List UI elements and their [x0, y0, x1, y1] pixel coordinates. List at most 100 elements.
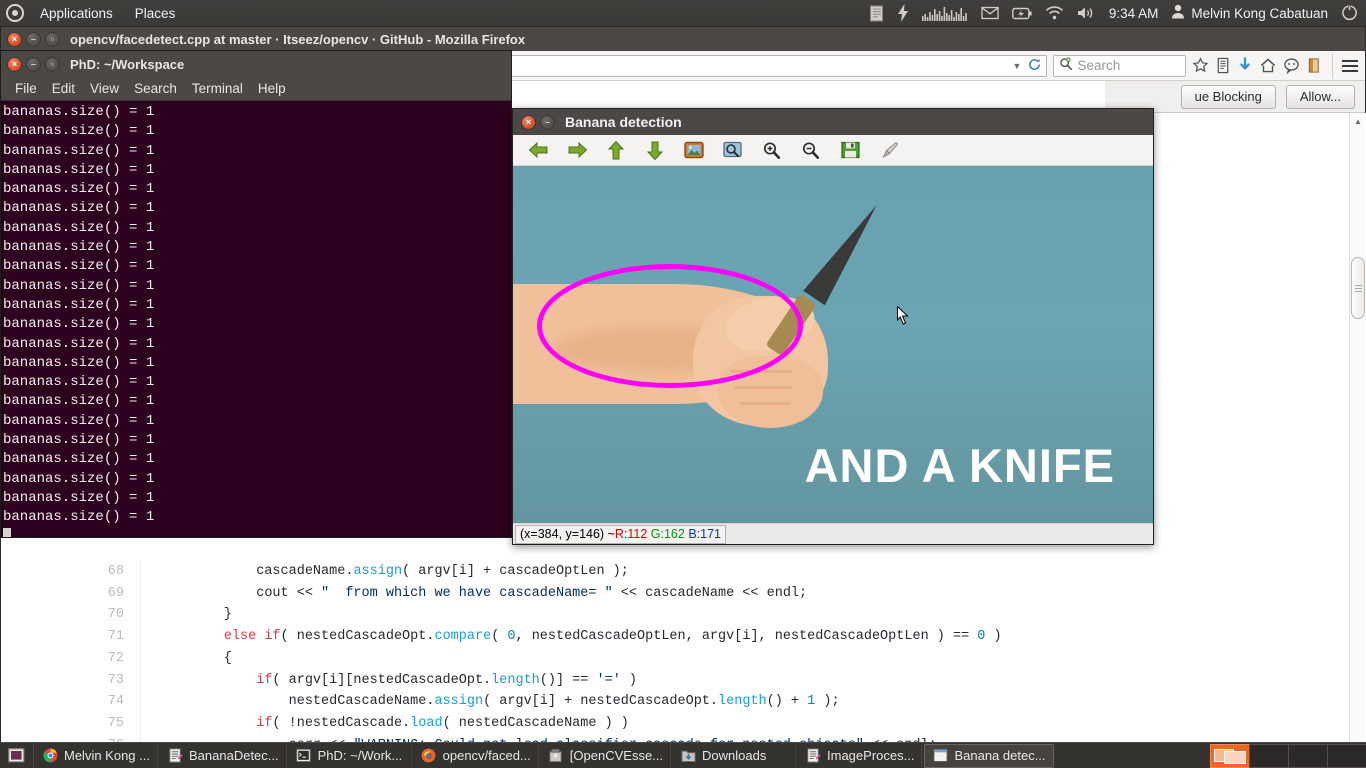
maximize-button[interactable]: ▫ — [45, 56, 60, 72]
taskbar-item-label: Melvin Kong ... — [64, 748, 150, 763]
code-line: 68 cascadeName.assign( argv[i] + cascade… — [1, 561, 1331, 583]
banana-detection-window[interactable]: × – Banana detection AND A KNIFE (x=384,… — [512, 108, 1154, 545]
zoom-fit-icon[interactable] — [722, 139, 744, 161]
home-icon[interactable] — [1259, 53, 1277, 79]
library-icon[interactable] — [1306, 53, 1322, 79]
allow-button[interactable]: Allow... — [1285, 84, 1355, 109]
taskbar-item[interactable]: ImageProces... — [798, 743, 923, 768]
workspace-1[interactable] — [1210, 743, 1250, 768]
viewer-window-controls[interactable]: × – — [521, 114, 555, 130]
save-icon[interactable] — [839, 139, 861, 161]
taskbar-item[interactable]: [OpenCVEsse... — [541, 743, 672, 768]
minimize-button[interactable]: – — [26, 31, 41, 47]
taskbar-item[interactable]: Banana detec... — [924, 743, 1054, 768]
taskbar-item[interactable]: PhD: ~/Work... — [289, 743, 412, 768]
terminal-output-line: bananas.size() = 1 — [3, 200, 155, 217]
reload-icon[interactable] — [1027, 57, 1042, 75]
scroll-up-arrow-icon[interactable]: ▲ — [1350, 113, 1366, 129]
firefox-window-controls[interactable]: × – ▫ — [7, 31, 60, 47]
workspace-switcher[interactable] — [1210, 743, 1366, 768]
close-button[interactable]: × — [7, 56, 22, 72]
show-desktop-icon[interactable] — [0, 742, 34, 768]
chat-icon[interactable] — [1283, 53, 1300, 79]
ubuntu-logo-icon[interactable] — [6, 4, 24, 22]
menu-search[interactable]: Search — [128, 79, 183, 98]
chevron-down-icon[interactable]: ▼ — [1013, 61, 1022, 71]
document-icon[interactable] — [869, 5, 884, 22]
power-bolt-icon[interactable] — [897, 4, 909, 22]
terminal-output-line: bananas.size() = 1 — [3, 123, 155, 140]
brush-icon[interactable] — [878, 139, 900, 161]
terminal-output[interactable]: bananas.size() = 1 bananas.size() = 1 bana… — [1, 101, 511, 537]
zoom-out-icon[interactable] — [800, 139, 822, 161]
terminal-output-line: bananas.size() = 1 — [3, 509, 155, 526]
minimize-button[interactable]: – — [540, 114, 555, 130]
power-gear-icon[interactable] — [1341, 4, 1358, 22]
knife-blade-shape — [803, 197, 888, 306]
search-placeholder: Search — [1077, 58, 1121, 73]
terminal-output-line: bananas.size() = 1 — [3, 296, 155, 313]
zoom-in-icon[interactable] — [761, 139, 783, 161]
volume-icon[interactable] — [1077, 6, 1096, 20]
wifi-icon[interactable] — [1045, 6, 1064, 20]
source-code-view: 68 cascadeName.assign( argv[i] + cascade… — [1, 561, 1331, 768]
firefox-icon — [421, 748, 437, 764]
scrollbar-thumb[interactable] — [1351, 257, 1365, 319]
menu-terminal[interactable]: Terminal — [186, 79, 249, 98]
hamburger-menu-icon[interactable] — [1332, 52, 1359, 79]
taskbar-item[interactable]: BananaDetec... — [160, 743, 287, 768]
text-editor-icon — [805, 748, 821, 764]
mail-icon[interactable] — [981, 6, 999, 20]
menu-file[interactable]: File — [9, 79, 43, 98]
maximize-button[interactable]: ▫ — [45, 31, 60, 47]
workspace-4[interactable] — [1327, 743, 1366, 768]
window-icon — [932, 748, 948, 764]
close-button[interactable]: × — [521, 114, 536, 130]
page-scrollbar[interactable]: ▲ ▼ — [1349, 113, 1365, 768]
menu-edit[interactable]: Edit — [46, 79, 81, 98]
image-icon[interactable] — [683, 139, 705, 161]
arrow-right-icon[interactable] — [566, 139, 588, 161]
battery-icon[interactable] — [1011, 7, 1032, 20]
arrow-down-icon[interactable] — [644, 139, 666, 161]
clock[interactable]: 9:34 AM — [1109, 6, 1159, 21]
menu-help[interactable]: Help — [252, 79, 292, 98]
firefox-window-title: opencv/facedetect.cpp at master · Itseez… — [70, 31, 526, 47]
close-button[interactable]: × — [7, 31, 22, 47]
detection-image[interactable]: AND A KNIFE — [513, 166, 1153, 523]
code-text: cout << " from which we have cascadeName… — [159, 585, 808, 601]
pixel-info: (x=384, y=146) ~ R:112 G:162 B:171 — [515, 524, 726, 544]
taskbar-item[interactable]: opencv/faced... — [414, 743, 539, 768]
allow-label: Allow... — [1299, 89, 1341, 104]
pixel-green-value: G:162 — [650, 527, 685, 541]
user-menu[interactable]: Melvin Kong Cabatuan — [1171, 4, 1328, 22]
bookmark-star-icon[interactable] — [1192, 53, 1209, 79]
workspace-3[interactable] — [1288, 743, 1328, 768]
line-number: 70 — [1, 604, 141, 627]
taskbar-item[interactable]: Melvin Kong ... — [35, 743, 158, 768]
taskbar-item[interactable]: Downloads — [673, 743, 797, 768]
terminal-window-controls[interactable]: × – ▫ — [7, 56, 60, 72]
minimize-button[interactable]: – — [26, 56, 41, 72]
terminal-output-line: bananas.size() = 1 — [3, 354, 155, 371]
continue-blocking-button[interactable]: ue Blocking — [1180, 84, 1276, 109]
cpu-graph-icon[interactable] — [921, 5, 968, 21]
downloads-icon[interactable] — [1237, 53, 1253, 79]
arrow-left-icon[interactable] — [527, 139, 549, 161]
terminal-output-line: bananas.size() = 1 — [3, 374, 155, 391]
reader-mode-icon[interactable] — [1215, 53, 1231, 79]
menu-view[interactable]: View — [84, 79, 125, 98]
terminal-window-title: PhD: ~/Workspace — [70, 56, 185, 72]
terminal-menubar[interactable]: File Edit View Search Terminal Help — [1, 77, 511, 101]
places-menu[interactable]: Places — [129, 4, 182, 23]
search-input[interactable]: Search — [1053, 54, 1186, 77]
workspace-2[interactable] — [1249, 743, 1289, 768]
mouse-cursor-icon — [897, 305, 909, 325]
terminal-output-line: bananas.size() = 1 — [3, 219, 155, 236]
terminal-output-line: bananas.size() = 1 — [3, 104, 155, 120]
terminal-window[interactable]: × – ▫ PhD: ~/Workspace File Edit View Se… — [0, 50, 512, 538]
line-number: 73 — [1, 669, 141, 692]
arrow-up-icon[interactable] — [605, 139, 627, 161]
applications-menu[interactable]: Applications — [34, 4, 119, 23]
viewer-toolbar — [513, 135, 1153, 166]
